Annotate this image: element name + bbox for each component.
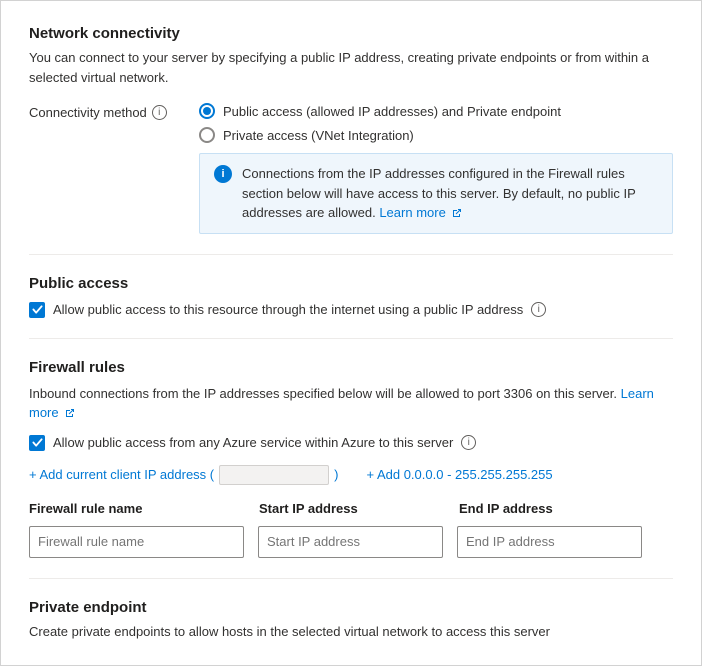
private-endpoint-desc: Create private endpoints to allow hosts … (29, 622, 673, 642)
external-link-icon (451, 208, 462, 219)
azure-service-info-icon[interactable]: i (461, 435, 476, 450)
radio-option-public[interactable]: Public access (allowed IP addresses) and… (199, 103, 561, 119)
col-header-start: Start IP address (259, 501, 459, 516)
connectivity-method-row: Connectivity method i Public access (all… (29, 103, 673, 143)
checkmark-icon (32, 304, 43, 315)
firewall-rules-title: Firewall rules (29, 359, 673, 376)
info-box-icon: i (214, 165, 232, 183)
divider-2 (29, 338, 673, 339)
info-box-text: Connections from the IP addresses config… (242, 164, 658, 223)
network-connectivity-section: Network connectivity You can connect to … (29, 25, 673, 234)
public-access-checkbox-row: Allow public access to this resource thr… (29, 302, 673, 318)
azure-checkmark-icon (32, 437, 43, 448)
firewall-rule-name-input[interactable] (29, 526, 244, 558)
divider-1 (29, 254, 673, 255)
firewall-rules-section: Firewall rules Inbound connections from … (29, 359, 673, 558)
info-box: i Connections from the IP addresses conf… (199, 153, 673, 234)
connectivity-radio-group: Public access (allowed IP addresses) and… (199, 103, 561, 143)
add-links-row: + Add current client IP address ( ) + Ad… (29, 465, 673, 485)
table-row (29, 526, 673, 558)
table-headers: Firewall rule name Start IP address End … (29, 501, 673, 520)
radio-private[interactable] (199, 127, 215, 143)
private-endpoint-section: Private endpoint Create private endpoint… (29, 599, 673, 642)
client-ip-placeholder (219, 465, 329, 485)
radio-private-label: Private access (VNet Integration) (223, 128, 414, 143)
add-range-link[interactable]: + Add 0.0.0.0 - 255.255.255.255 (366, 467, 552, 482)
azure-service-checkbox[interactable] (29, 435, 45, 451)
public-access-section: Public access Allow public access to thi… (29, 275, 673, 318)
col-header-name: Firewall rule name (29, 501, 259, 516)
azure-service-label: Allow public access from any Azure servi… (53, 435, 453, 450)
network-connectivity-desc: You can connect to your server by specif… (29, 48, 673, 87)
azure-service-checkbox-row: Allow public access from any Azure servi… (29, 435, 673, 451)
connectivity-method-label: Connectivity method i (29, 103, 199, 120)
main-container: Network connectivity You can connect to … (0, 0, 702, 666)
public-access-title: Public access (29, 275, 673, 292)
public-access-info-icon[interactable]: i (531, 302, 546, 317)
public-access-checkbox-label: Allow public access to this resource thr… (53, 302, 523, 317)
radio-option-private[interactable]: Private access (VNet Integration) (199, 127, 561, 143)
public-access-checkbox[interactable] (29, 302, 45, 318)
start-ip-address-input[interactable] (258, 526, 443, 558)
add-client-ip-link[interactable]: + Add current client IP address ( ) (29, 465, 338, 485)
connectivity-method-info-icon[interactable]: i (152, 105, 167, 120)
firewall-external-link-icon (64, 408, 75, 419)
private-endpoint-title: Private endpoint (29, 599, 673, 616)
info-box-learn-more-link[interactable]: Learn more (379, 205, 462, 220)
col-header-end: End IP address (459, 501, 659, 516)
radio-public[interactable] (199, 103, 215, 119)
network-connectivity-title: Network connectivity (29, 25, 673, 42)
divider-3 (29, 578, 673, 579)
end-ip-address-input[interactable] (457, 526, 642, 558)
radio-public-label: Public access (allowed IP addresses) and… (223, 104, 561, 119)
firewall-rules-desc: Inbound connections from the IP addresse… (29, 384, 673, 423)
